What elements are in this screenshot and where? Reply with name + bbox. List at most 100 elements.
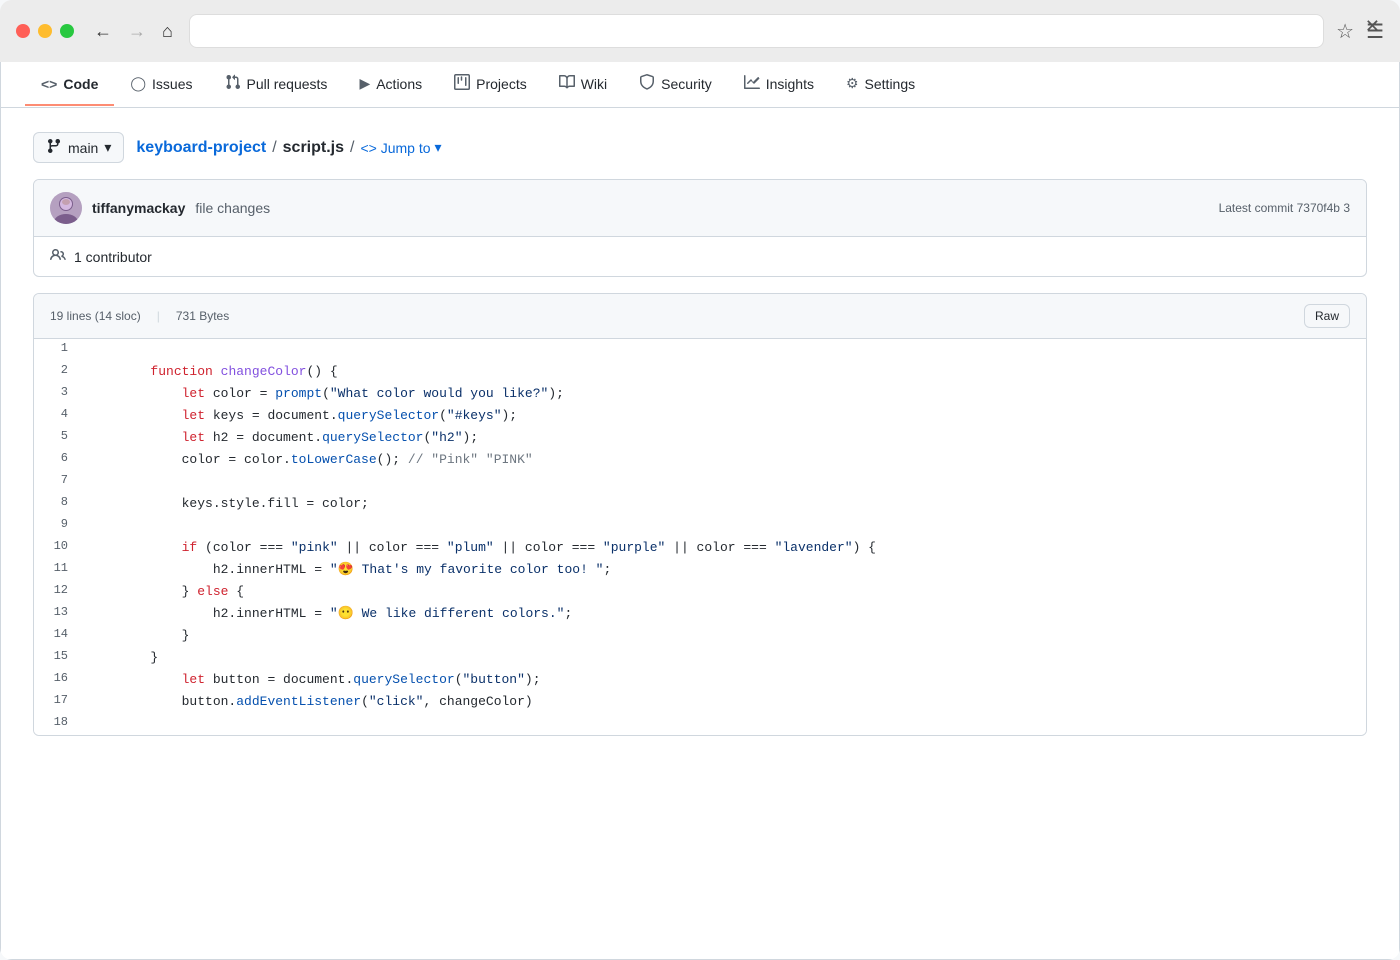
line-code: if (color === "pink" || color === "plum"… bbox=[84, 537, 1366, 559]
table-row: 10 if (color === "pink" || color === "pl… bbox=[34, 537, 1366, 559]
line-number: 8 bbox=[34, 493, 84, 515]
maximize-dot[interactable] bbox=[60, 24, 74, 38]
tab-projects[interactable]: Projects bbox=[438, 62, 543, 107]
avatar bbox=[50, 192, 82, 224]
line-number: 17 bbox=[34, 691, 84, 713]
table-row: 8 keys.style.fill = color; bbox=[34, 493, 1366, 515]
back-button[interactable]: ← bbox=[90, 18, 116, 44]
security-icon bbox=[639, 74, 655, 93]
tab-issues[interactable]: ◯ Issues bbox=[114, 63, 208, 106]
raw-button[interactable]: Raw bbox=[1304, 304, 1350, 328]
favorite-button[interactable]: ☆ bbox=[1336, 19, 1354, 44]
table-row: 17 button.addEventListener("click", chan… bbox=[34, 691, 1366, 713]
browser-window: ← → ⌂ ☆ ☰ ✕ <> Code ◯ Issues bbox=[0, 0, 1400, 960]
jump-chevron-icon: ▾ bbox=[435, 139, 442, 156]
forward-button[interactable]: → bbox=[124, 18, 150, 44]
issues-icon: ◯ bbox=[130, 75, 146, 92]
address-bar[interactable] bbox=[189, 14, 1324, 48]
github-page: <> Code ◯ Issues Pull requests ▶ Actions bbox=[0, 62, 1400, 960]
commit-header: tiffanymackay file changes Latest commit… bbox=[34, 180, 1366, 237]
filename: script.js bbox=[283, 139, 344, 157]
table-row: 14 } bbox=[34, 625, 1366, 647]
file-header: main ▾ keyboard-project / script.js / <>… bbox=[33, 132, 1367, 163]
line-number: 2 bbox=[34, 361, 84, 383]
line-number: 6 bbox=[34, 449, 84, 471]
line-code: let keys = document.querySelector("#keys… bbox=[84, 405, 1366, 427]
line-code: } bbox=[84, 647, 1366, 669]
code-meta: 19 lines (14 sloc) | 731 Bytes bbox=[50, 309, 229, 323]
table-row: 2 function changeColor() { bbox=[34, 361, 1366, 383]
line-code: function changeColor() { bbox=[84, 361, 1366, 383]
branch-selector[interactable]: main ▾ bbox=[33, 132, 124, 163]
line-code bbox=[84, 713, 1366, 735]
line-code: } else { bbox=[84, 581, 1366, 603]
tab-code[interactable]: <> Code bbox=[25, 64, 114, 106]
close-dot[interactable] bbox=[16, 24, 30, 38]
table-row: 15 } bbox=[34, 647, 1366, 669]
contributors-icon bbox=[50, 247, 66, 266]
table-row: 18 bbox=[34, 713, 1366, 735]
line-code bbox=[84, 339, 1366, 361]
pr-icon bbox=[225, 74, 241, 93]
line-number: 18 bbox=[34, 713, 84, 735]
commit-box: tiffanymackay file changes Latest commit… bbox=[33, 179, 1367, 277]
line-number: 14 bbox=[34, 625, 84, 647]
line-code: h2.innerHTML = "😍 That's my favorite col… bbox=[84, 559, 1366, 581]
branch-icon bbox=[46, 138, 62, 157]
contributors-count: 1 contributor bbox=[74, 249, 152, 265]
branch-dropdown-icon: ▾ bbox=[104, 139, 111, 156]
tab-actions[interactable]: ▶ Actions bbox=[343, 63, 438, 106]
line-number: 15 bbox=[34, 647, 84, 669]
window-controls bbox=[16, 24, 74, 38]
table-row: 3 let color = prompt("What color would y… bbox=[34, 383, 1366, 405]
main-content: main ▾ keyboard-project / script.js / <>… bbox=[1, 108, 1399, 760]
browser-titlebar: ← → ⌂ ☆ ☰ ✕ bbox=[0, 0, 1400, 62]
table-row: 7 bbox=[34, 471, 1366, 493]
table-row: 6 color = color.toLowerCase(); // "Pink"… bbox=[34, 449, 1366, 471]
line-number: 7 bbox=[34, 471, 84, 493]
tab-security[interactable]: Security bbox=[623, 62, 728, 107]
line-code: h2.innerHTML = "😶 We like different colo… bbox=[84, 603, 1366, 625]
lines-info: 19 lines (14 sloc) bbox=[50, 309, 141, 323]
minimize-dot[interactable] bbox=[38, 24, 52, 38]
jump-to[interactable]: <> Jump to ▾ bbox=[360, 139, 441, 156]
line-number: 16 bbox=[34, 669, 84, 691]
line-code: color = color.toLowerCase(); // "Pink" "… bbox=[84, 449, 1366, 471]
table-row: 16 let button = document.querySelector("… bbox=[34, 669, 1366, 691]
table-row: 5 let h2 = document.querySelector("h2"); bbox=[34, 427, 1366, 449]
table-row: 12 } else { bbox=[34, 581, 1366, 603]
table-row: 4 let keys = document.querySelector("#ke… bbox=[34, 405, 1366, 427]
table-row: 13 h2.innerHTML = "😶 We like different c… bbox=[34, 603, 1366, 625]
line-code bbox=[84, 515, 1366, 537]
actions-icon: ▶ bbox=[359, 75, 370, 92]
contributors-row: 1 contributor bbox=[34, 237, 1366, 276]
line-number: 10 bbox=[34, 537, 84, 559]
wiki-icon bbox=[559, 74, 575, 93]
settings-icon: ⚙ bbox=[846, 75, 859, 92]
tab-wiki[interactable]: Wiki bbox=[543, 62, 623, 107]
repo-link[interactable]: keyboard-project bbox=[136, 139, 266, 157]
line-number: 11 bbox=[34, 559, 84, 581]
line-number: 13 bbox=[34, 603, 84, 625]
line-number: 9 bbox=[34, 515, 84, 537]
line-number: 5 bbox=[34, 427, 84, 449]
code-content: 1 2 function changeColor() { 3 bbox=[34, 339, 1366, 735]
breadcrumb: keyboard-project / script.js / <> Jump t… bbox=[136, 139, 441, 157]
line-code: let color = prompt("What color would you… bbox=[84, 383, 1366, 405]
code-icon: <> bbox=[41, 76, 57, 92]
line-code: keys.style.fill = color; bbox=[84, 493, 1366, 515]
table-row: 1 bbox=[34, 339, 1366, 361]
tab-pull-requests[interactable]: Pull requests bbox=[209, 62, 344, 107]
line-number: 4 bbox=[34, 405, 84, 427]
latest-commit-hash: Latest commit 7370f4b 3 bbox=[1219, 201, 1350, 215]
repo-nav: <> Code ◯ Issues Pull requests ▶ Actions bbox=[1, 62, 1399, 108]
code-viewer: 19 lines (14 sloc) | 731 Bytes Raw 1 bbox=[33, 293, 1367, 736]
tab-settings[interactable]: ⚙ Settings bbox=[830, 63, 931, 106]
tab-insights[interactable]: Insights bbox=[728, 62, 830, 107]
insights-icon bbox=[744, 74, 760, 93]
table-row: 11 h2.innerHTML = "😍 That's my favorite … bbox=[34, 559, 1366, 581]
line-code: button.addEventListener("click", changeC… bbox=[84, 691, 1366, 713]
line-code: let button = document.querySelector("but… bbox=[84, 669, 1366, 691]
window-close-button[interactable]: ✕ bbox=[1365, 16, 1380, 37]
home-button[interactable]: ⌂ bbox=[158, 18, 177, 44]
